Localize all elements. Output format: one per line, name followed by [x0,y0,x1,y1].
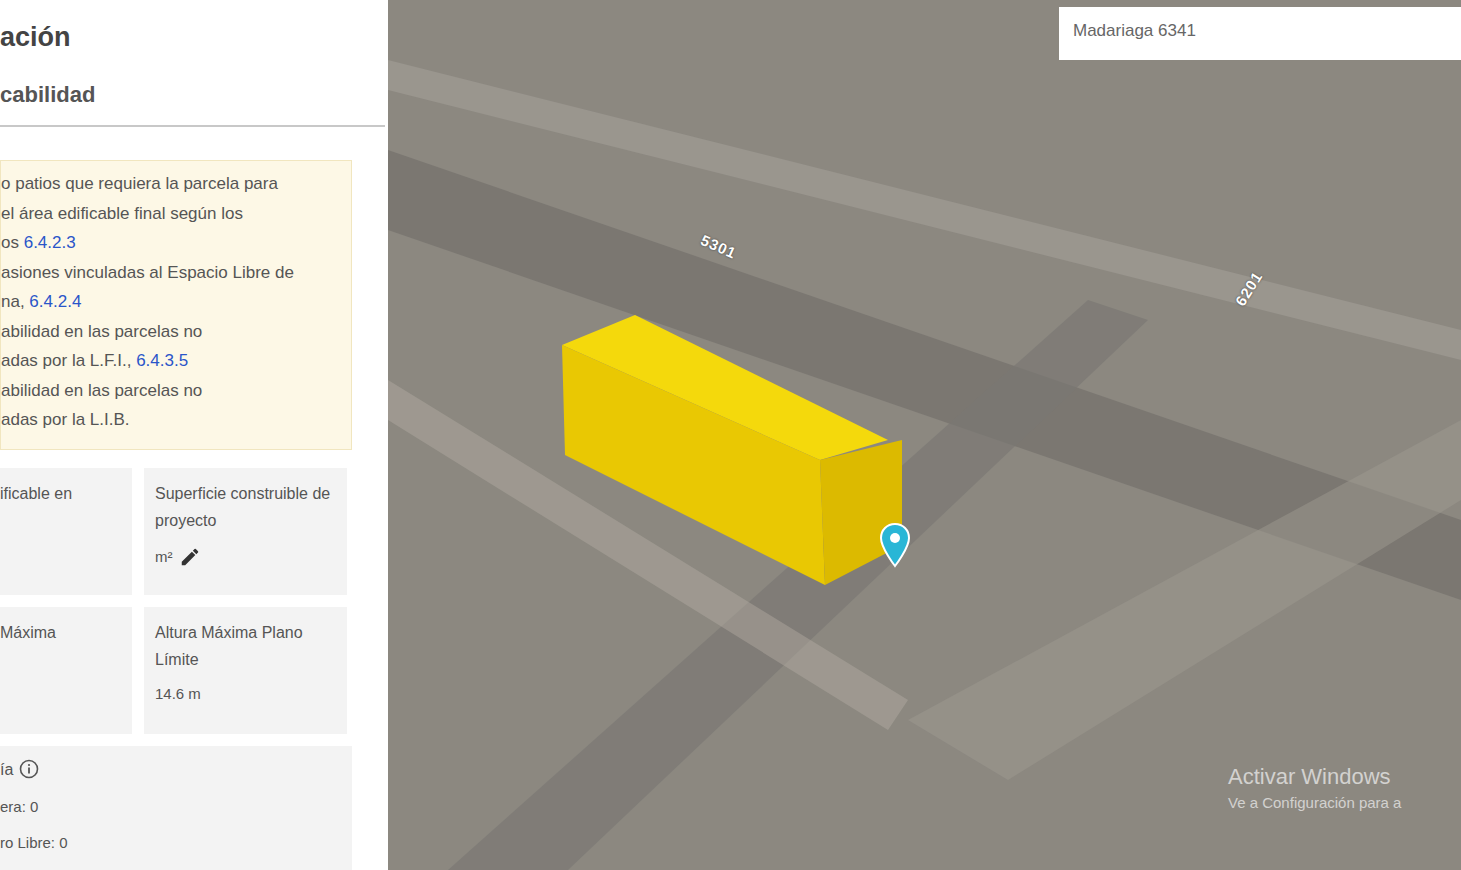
note-line: asiones vinculadas al Espacio Libre de [1,258,343,288]
pencil-icon[interactable] [179,546,201,568]
card-value: m² [155,546,337,568]
info-panel: ación cabilidad o patios que requiera la p… [0,0,388,870]
data-card: Máxima [0,607,132,734]
windows-watermark: Activar WindowsVe a Configuración para a [1228,762,1401,814]
article-link[interactable]: 6.4.2.4 [29,292,81,311]
card-value: 14.6 m [155,685,337,702]
data-card: Altura Máxima Plano Límite 14.6 m [144,607,347,734]
note-line: abilidad en las parcelas no [1,317,343,347]
note-line: el área edificable final según los [1,199,343,229]
data-card: Superficie construible de proyecto m² [144,468,347,595]
aerial-photo [388,0,1461,870]
article-link[interactable]: 6.4.3.5 [136,351,188,370]
map-view[interactable]: 53016201Madariaga 6341Activar WindowsVe … [388,0,1461,870]
card-label: ía [0,756,342,783]
card-label: Altura Máxima Plano Límite [155,619,337,673]
divider [0,125,385,127]
note-line: adas por la L.I.B. [1,405,343,435]
note-line: o patios que requiera la parcela para [1,169,343,199]
card-line: ro Libre: 0 [0,831,342,855]
data-card: ificable en [0,468,132,595]
note-line: na, 6.4.2.4 [1,287,343,317]
card-label: Superficie construible de proyecto [155,480,337,534]
app: ación cabilidad o patios que requiera la p… [0,0,1461,870]
card-line: era: 0 [0,795,342,819]
card-label: ificable en [0,480,122,507]
panel-subtitle: cabilidad [0,79,388,111]
data-card: ía era: 0 ro Libre: 0 [0,746,352,870]
note-line: abilidad en las parcelas no [1,376,343,406]
note-box: o patios que requiera la parcela parael … [0,160,352,450]
card-label: Máxima [0,619,122,646]
note-line: adas por la L.F.I., 6.4.3.5 [1,346,343,376]
info-icon[interactable] [19,759,39,779]
location-pin-icon[interactable] [878,522,912,568]
note-line: os 6.4.2.3 [1,228,343,258]
building-volume[interactable] [388,0,1461,870]
article-link[interactable]: 6.4.2.3 [24,233,76,252]
panel-title: ación [0,18,388,56]
address-search[interactable]: Madariaga 6341 [1059,7,1461,60]
card-grid: ificable en Superficie construible de pro… [0,468,388,870]
